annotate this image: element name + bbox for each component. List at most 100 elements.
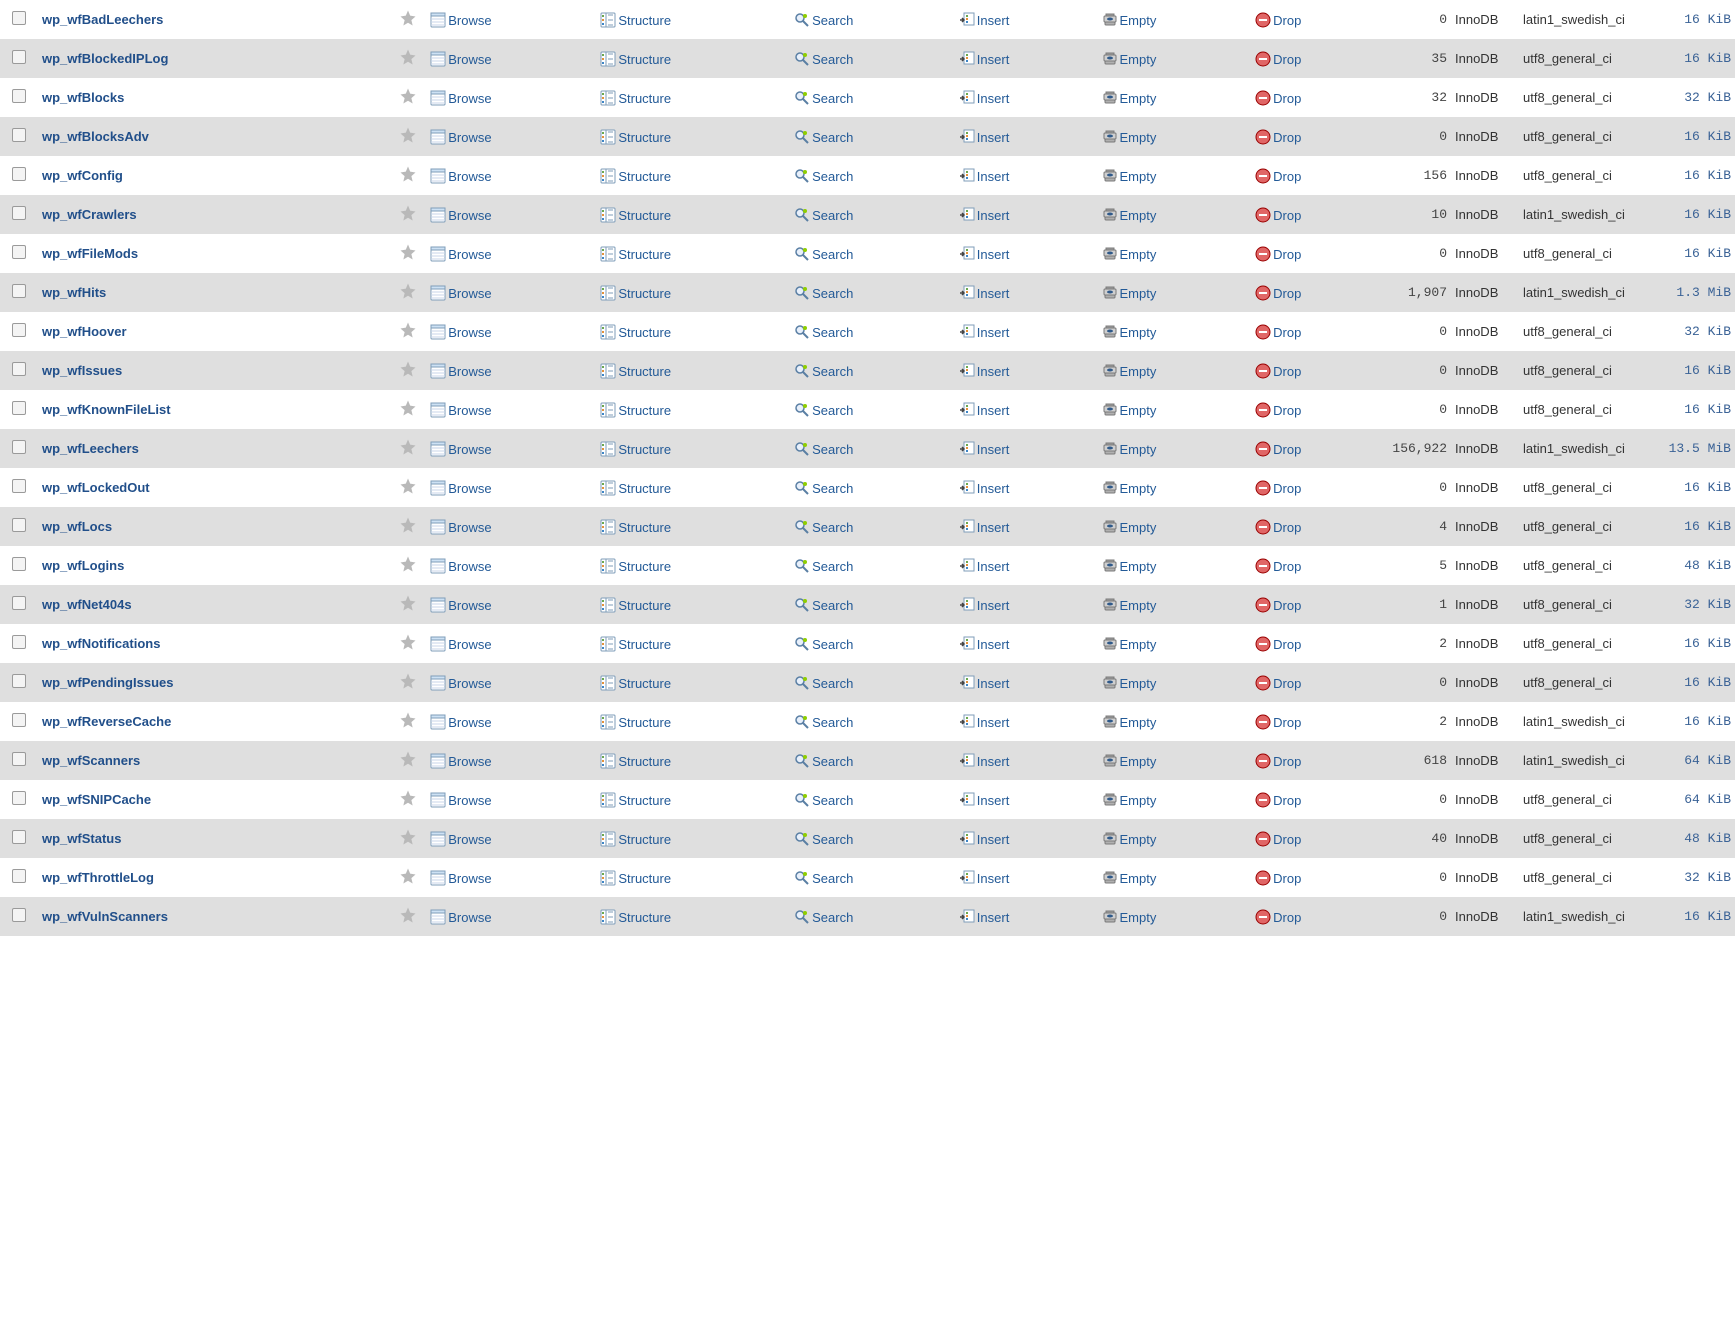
favorite-star-icon[interactable] bbox=[399, 282, 417, 300]
structure-link[interactable]: Structure bbox=[600, 715, 671, 730]
table-name-link[interactable]: wp_wfHits bbox=[42, 285, 106, 300]
drop-link[interactable]: Drop bbox=[1255, 910, 1301, 925]
structure-link[interactable]: Structure bbox=[600, 871, 671, 886]
empty-link[interactable]: Empty bbox=[1102, 442, 1157, 457]
insert-link[interactable]: Insert bbox=[959, 442, 1010, 457]
table-name-link[interactable]: wp_wfNet404s bbox=[42, 597, 132, 612]
browse-link[interactable]: Browse bbox=[430, 208, 491, 223]
drop-link[interactable]: Drop bbox=[1255, 520, 1301, 535]
structure-link[interactable]: Structure bbox=[600, 247, 671, 262]
empty-link[interactable]: Empty bbox=[1102, 364, 1157, 379]
search-link[interactable]: Search bbox=[794, 13, 853, 28]
favorite-star-icon[interactable] bbox=[399, 516, 417, 534]
insert-link[interactable]: Insert bbox=[959, 403, 1010, 418]
row-checkbox[interactable] bbox=[12, 869, 26, 883]
insert-link[interactable]: Insert bbox=[959, 52, 1010, 67]
empty-link[interactable]: Empty bbox=[1102, 715, 1157, 730]
row-checkbox[interactable] bbox=[12, 518, 26, 532]
structure-link[interactable]: Structure bbox=[600, 52, 671, 67]
structure-link[interactable]: Structure bbox=[600, 364, 671, 379]
drop-link[interactable]: Drop bbox=[1255, 91, 1301, 106]
empty-link[interactable]: Empty bbox=[1102, 637, 1157, 652]
insert-link[interactable]: Insert bbox=[959, 559, 1010, 574]
drop-link[interactable]: Drop bbox=[1255, 793, 1301, 808]
empty-link[interactable]: Empty bbox=[1102, 208, 1157, 223]
favorite-star-icon[interactable] bbox=[399, 789, 417, 807]
table-name-link[interactable]: wp_wfHoover bbox=[42, 324, 127, 339]
structure-link[interactable]: Structure bbox=[600, 325, 671, 340]
table-name-link[interactable]: wp_wfScanners bbox=[42, 753, 140, 768]
table-name-link[interactable]: wp_wfNotifications bbox=[42, 636, 160, 651]
drop-link[interactable]: Drop bbox=[1255, 715, 1301, 730]
structure-link[interactable]: Structure bbox=[600, 676, 671, 691]
search-link[interactable]: Search bbox=[794, 598, 853, 613]
search-link[interactable]: Search bbox=[794, 403, 853, 418]
row-checkbox[interactable] bbox=[12, 206, 26, 220]
search-link[interactable]: Search bbox=[794, 793, 853, 808]
insert-link[interactable]: Insert bbox=[959, 247, 1010, 262]
insert-link[interactable]: Insert bbox=[959, 13, 1010, 28]
row-checkbox[interactable] bbox=[12, 674, 26, 688]
structure-link[interactable]: Structure bbox=[600, 169, 671, 184]
table-name-link[interactable]: wp_wfConfig bbox=[42, 168, 123, 183]
insert-link[interactable]: Insert bbox=[959, 286, 1010, 301]
drop-link[interactable]: Drop bbox=[1255, 364, 1301, 379]
drop-link[interactable]: Drop bbox=[1255, 598, 1301, 613]
favorite-star-icon[interactable] bbox=[399, 594, 417, 612]
table-name-link[interactable]: wp_wfStatus bbox=[42, 831, 121, 846]
favorite-star-icon[interactable] bbox=[399, 204, 417, 222]
row-checkbox[interactable] bbox=[12, 362, 26, 376]
structure-link[interactable]: Structure bbox=[600, 13, 671, 28]
insert-link[interactable]: Insert bbox=[959, 793, 1010, 808]
row-checkbox[interactable] bbox=[12, 596, 26, 610]
empty-link[interactable]: Empty bbox=[1102, 286, 1157, 301]
structure-link[interactable]: Structure bbox=[600, 403, 671, 418]
insert-link[interactable]: Insert bbox=[959, 910, 1010, 925]
insert-link[interactable]: Insert bbox=[959, 871, 1010, 886]
row-checkbox[interactable] bbox=[12, 752, 26, 766]
empty-link[interactable]: Empty bbox=[1102, 481, 1157, 496]
empty-link[interactable]: Empty bbox=[1102, 13, 1157, 28]
structure-link[interactable]: Structure bbox=[600, 442, 671, 457]
structure-link[interactable]: Structure bbox=[600, 559, 671, 574]
favorite-star-icon[interactable] bbox=[399, 9, 417, 27]
empty-link[interactable]: Empty bbox=[1102, 832, 1157, 847]
insert-link[interactable]: Insert bbox=[959, 637, 1010, 652]
search-link[interactable]: Search bbox=[794, 208, 853, 223]
structure-link[interactable]: Structure bbox=[600, 637, 671, 652]
row-checkbox[interactable] bbox=[12, 245, 26, 259]
insert-link[interactable]: Insert bbox=[959, 520, 1010, 535]
browse-link[interactable]: Browse bbox=[430, 754, 491, 769]
row-checkbox[interactable] bbox=[12, 11, 26, 25]
browse-link[interactable]: Browse bbox=[430, 442, 491, 457]
search-link[interactable]: Search bbox=[794, 754, 853, 769]
drop-link[interactable]: Drop bbox=[1255, 247, 1301, 262]
empty-link[interactable]: Empty bbox=[1102, 559, 1157, 574]
search-link[interactable]: Search bbox=[794, 169, 853, 184]
row-checkbox[interactable] bbox=[12, 167, 26, 181]
browse-link[interactable]: Browse bbox=[430, 871, 491, 886]
favorite-star-icon[interactable] bbox=[399, 906, 417, 924]
row-checkbox[interactable] bbox=[12, 830, 26, 844]
empty-link[interactable]: Empty bbox=[1102, 247, 1157, 262]
table-name-link[interactable]: wp_wfLogins bbox=[42, 558, 124, 573]
row-checkbox[interactable] bbox=[12, 479, 26, 493]
favorite-star-icon[interactable] bbox=[399, 87, 417, 105]
favorite-star-icon[interactable] bbox=[399, 126, 417, 144]
empty-link[interactable]: Empty bbox=[1102, 871, 1157, 886]
insert-link[interactable]: Insert bbox=[959, 208, 1010, 223]
drop-link[interactable]: Drop bbox=[1255, 754, 1301, 769]
row-checkbox[interactable] bbox=[12, 401, 26, 415]
favorite-star-icon[interactable] bbox=[399, 867, 417, 885]
search-link[interactable]: Search bbox=[794, 715, 853, 730]
search-link[interactable]: Search bbox=[794, 325, 853, 340]
row-checkbox[interactable] bbox=[12, 557, 26, 571]
search-link[interactable]: Search bbox=[794, 481, 853, 496]
empty-link[interactable]: Empty bbox=[1102, 325, 1157, 340]
drop-link[interactable]: Drop bbox=[1255, 325, 1301, 340]
browse-link[interactable]: Browse bbox=[430, 598, 491, 613]
insert-link[interactable]: Insert bbox=[959, 481, 1010, 496]
drop-link[interactable]: Drop bbox=[1255, 13, 1301, 28]
search-link[interactable]: Search bbox=[794, 832, 853, 847]
drop-link[interactable]: Drop bbox=[1255, 637, 1301, 652]
